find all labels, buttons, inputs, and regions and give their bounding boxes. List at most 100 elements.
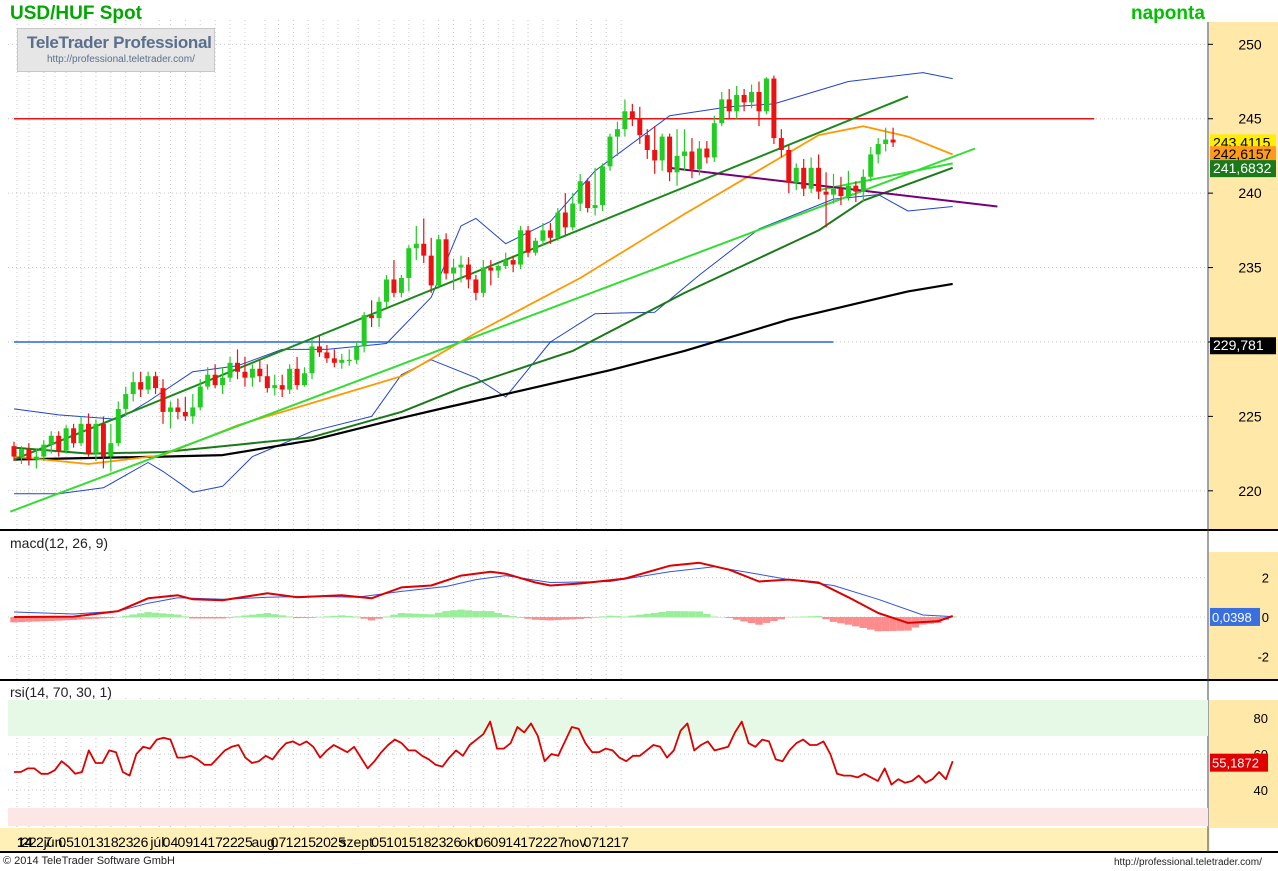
candle-body (242, 371, 248, 378)
brand-name: TeleTrader Professional (27, 33, 212, 52)
candle-body (339, 359, 345, 363)
candle-body (734, 94, 740, 112)
macd-histogram-bar (92, 616, 100, 619)
candle-body (801, 167, 807, 189)
date-tick-label: 14 (505, 834, 521, 850)
macd-histogram-bar (107, 616, 115, 618)
date-tick-label: 12 (286, 834, 302, 850)
candle-body (749, 91, 755, 103)
macd-histogram-bar (718, 616, 726, 618)
date-tick-label: 07 (271, 834, 287, 850)
date-tick-label: 18 (103, 834, 119, 850)
date-tick-label: 06 (476, 834, 492, 850)
candle-body (130, 382, 136, 395)
price-label: 229,781 (1213, 337, 1264, 353)
date-tick-label: 13 (88, 834, 104, 850)
macd-histogram-bar (323, 616, 331, 618)
candle-body (153, 376, 159, 389)
rsi-oversold-band (8, 808, 1208, 826)
rsi-tick-label: 80 (1254, 711, 1268, 726)
candle-body (592, 205, 598, 209)
candle-body (659, 136, 665, 161)
macd-histogram-bar (695, 611, 704, 618)
macd-histogram-bar (762, 616, 771, 623)
macd-histogram-bar (837, 616, 845, 624)
candle-body (629, 111, 635, 119)
macd-histogram-bar (464, 610, 473, 618)
candle-body (71, 428, 77, 444)
candle-body (406, 248, 412, 278)
candle-body (763, 78, 769, 112)
macd-histogram-bar (449, 610, 458, 618)
candle-body (518, 230, 524, 265)
candle-body (689, 151, 695, 170)
candle-body (495, 266, 501, 271)
candle-body (451, 267, 457, 274)
macd-histogram-bar (725, 616, 733, 618)
date-tick-label: 07 (584, 834, 600, 850)
candle-body (845, 185, 851, 197)
candle-body (682, 151, 687, 156)
candle-body (167, 407, 173, 412)
macd-histogram-bar (181, 616, 190, 618)
candle-body (48, 435, 54, 445)
macd-histogram-bar (427, 614, 435, 618)
candle-body (890, 139, 896, 143)
candle-body (197, 386, 203, 408)
macd-histogram-bar (576, 616, 584, 619)
footer-url: http://professional.teletrader.com/ (1114, 857, 1262, 868)
rsi-overbought-band (8, 700, 1208, 736)
date-tick-label: 20 (315, 834, 331, 850)
date-tick-label: 18 (416, 834, 432, 850)
macd-histogram-bar (226, 616, 234, 618)
candle-body (540, 230, 546, 241)
date-tick-label: 10 (386, 834, 402, 850)
date-tick-label: 15 (300, 834, 316, 850)
candle-body (41, 444, 47, 457)
macd-histogram-bar (844, 616, 853, 625)
candle-body (741, 94, 747, 103)
candle-body (86, 423, 91, 454)
macd-histogram-bar (122, 615, 130, 618)
macd-histogram-bar (196, 616, 204, 619)
candle-body (26, 449, 32, 460)
candle-body (264, 376, 270, 389)
candle-body (309, 346, 315, 374)
macd-histogram-bar (300, 616, 309, 618)
macd-histogram-bar (583, 616, 592, 619)
candle-body (555, 212, 561, 238)
period-label: naponta (1131, 3, 1205, 24)
macd-histogram-bar (412, 613, 421, 618)
candle-body (294, 368, 300, 386)
macd-histogram-bar (315, 616, 324, 618)
macd-histogram-bar (494, 613, 502, 618)
macd-histogram-bar (569, 616, 577, 620)
candle-body (354, 346, 360, 360)
candle-body (458, 264, 464, 268)
candle-body (622, 111, 628, 130)
macd-histogram-bar (382, 616, 391, 618)
candle-body (570, 203, 576, 228)
date-tick-label: 22 (535, 834, 551, 850)
macd-histogram-bar (591, 616, 599, 618)
chart-canvas: 220225230235240245250-202406080243,41152… (0, 20, 1278, 853)
date-tick-label: 05 (58, 834, 74, 850)
candle-body (860, 176, 866, 192)
candle-body (503, 260, 509, 267)
date-tick-label: 15 (401, 834, 417, 850)
candle-body (331, 358, 337, 363)
candle-body (123, 394, 129, 409)
candle-body (145, 376, 151, 390)
chart-title: USD/HUF Spot (10, 3, 142, 24)
macd-histogram-bar (472, 611, 480, 618)
macd-histogram-bar (643, 613, 651, 618)
brand-logo: TeleTrader Professional http://professio… (17, 28, 215, 72)
macd-histogram-bar (434, 612, 443, 618)
candle-body (257, 368, 263, 377)
macd-histogram-bar (531, 616, 540, 620)
macd-histogram-bar (852, 616, 860, 627)
macd-histogram-bar (293, 616, 301, 619)
macd-histogram-bar (159, 613, 167, 618)
macd-histogram-bar (785, 616, 793, 618)
candle-body (600, 166, 606, 206)
